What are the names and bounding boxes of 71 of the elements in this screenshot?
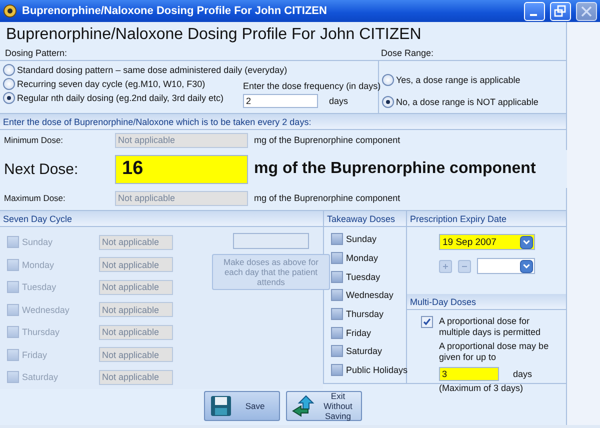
radio-button[interactable] <box>3 78 15 90</box>
maximize-icon[interactable] <box>550 2 571 20</box>
day-label: Monday <box>22 260 56 270</box>
day-label: Wednesday <box>346 290 394 300</box>
radio-button[interactable] <box>382 96 394 108</box>
day-label: Thursday <box>346 309 384 320</box>
section-header: Takeaway Doses <box>324 211 406 227</box>
unit-label: mg of the Buprenorphine component <box>254 135 400 145</box>
plus-icon <box>442 262 448 270</box>
checkbox[interactable] <box>331 308 343 320</box>
radio-button[interactable] <box>3 64 15 76</box>
section-label: Dose Range: <box>381 48 434 58</box>
day-label: Tuesday <box>22 282 58 292</box>
checkbox-label: A proportional dose for multiple days is permitted <box>439 316 542 338</box>
unit-label: mg of the Buprenorphine component <box>254 160 536 178</box>
day-label: Thursday <box>22 327 61 338</box>
note-text: (Maximum of 3 days) <box>439 383 524 393</box>
unit-label: days <box>513 369 532 379</box>
section-label: Dosing Pattern: <box>5 48 68 58</box>
days-field[interactable]: 3 <box>439 367 499 381</box>
day-label: Wednesday <box>22 304 70 315</box>
checkbox[interactable] <box>331 233 343 246</box>
checkbox[interactable] <box>331 289 343 302</box>
unit-label: mg of the Buprenorphine component <box>254 193 400 203</box>
day-label: Friday <box>346 328 372 338</box>
radio-label: No, a dose range is NOT applicable <box>396 97 538 107</box>
dropdown-field[interactable] <box>476 258 534 274</box>
field-label: A proportional dose may be given for up to <box>439 341 549 363</box>
increment-button[interactable] <box>438 260 452 272</box>
field-label: Maximum Dose: <box>4 193 66 203</box>
section-header: Multi-Day Doses <box>407 294 566 310</box>
section-header: Enter the dose of Buprenorphine/Naloxone which is to be taken every 2 days: <box>0 113 566 130</box>
day-label: Friday <box>22 350 48 360</box>
radio-label: Regular nth daily dosing (eg.2nd daily, 3rd daily etc) <box>17 93 224 103</box>
day-label: Tuesday <box>346 272 380 282</box>
frequency-field[interactable]: 2 <box>243 94 318 108</box>
radio-button[interactable] <box>3 92 15 104</box>
section-header: Prescription Expiry Date <box>407 211 566 227</box>
close-icon[interactable] <box>576 2 597 20</box>
checkmark-icon <box>423 318 431 326</box>
app-icon <box>3 4 17 18</box>
form-heading: Buprenorphine/Naloxone Dosing Profile For John CITIZEN <box>5 25 422 45</box>
date-dropdown[interactable]: 19 Sep 2007 <box>438 234 534 250</box>
radio-label: Yes, a dose range is applicable <box>396 75 520 85</box>
checkbox[interactable] <box>331 345 343 358</box>
checkbox[interactable] <box>331 326 343 339</box>
radio-label: Standard dosing pattern – same dose administered daily (everyday) <box>17 65 288 75</box>
section-header: Seven Day Cycle <box>0 211 323 227</box>
window-title: Buprenorphine/Naloxone Dosing Profile For John CITIZEN <box>22 5 328 17</box>
dose-field[interactable]: 16 <box>115 154 248 184</box>
arrows-icon <box>292 395 316 417</box>
day-label: Saturday <box>346 346 382 356</box>
exit-button[interactable]: Exit Without Saving <box>286 391 362 421</box>
day-label: Saturday <box>22 372 60 382</box>
checkbox[interactable] <box>331 252 343 264</box>
radio-label: Recurring seven day cycle (eg.M10, W10, F30) <box>17 79 206 89</box>
day-label: Sunday <box>22 237 54 248</box>
day-label: Sunday <box>346 234 377 244</box>
checkbox[interactable] <box>421 316 433 328</box>
day-label: Public Holidays <box>346 365 408 376</box>
field-label: Minimum Dose: <box>4 135 64 145</box>
radio-button[interactable] <box>382 74 394 86</box>
save-button[interactable]: Save <box>204 391 280 421</box>
field-label: Next Dose: <box>4 160 80 178</box>
unit-label: days <box>329 96 348 106</box>
checkbox[interactable] <box>331 270 343 283</box>
minimize-icon[interactable] <box>524 2 545 20</box>
field-label: Enter the dose frequency (in days) <box>243 81 381 91</box>
checkbox[interactable] <box>331 364 343 376</box>
day-label: Monday <box>346 253 378 264</box>
decrement-button[interactable] <box>458 260 470 272</box>
